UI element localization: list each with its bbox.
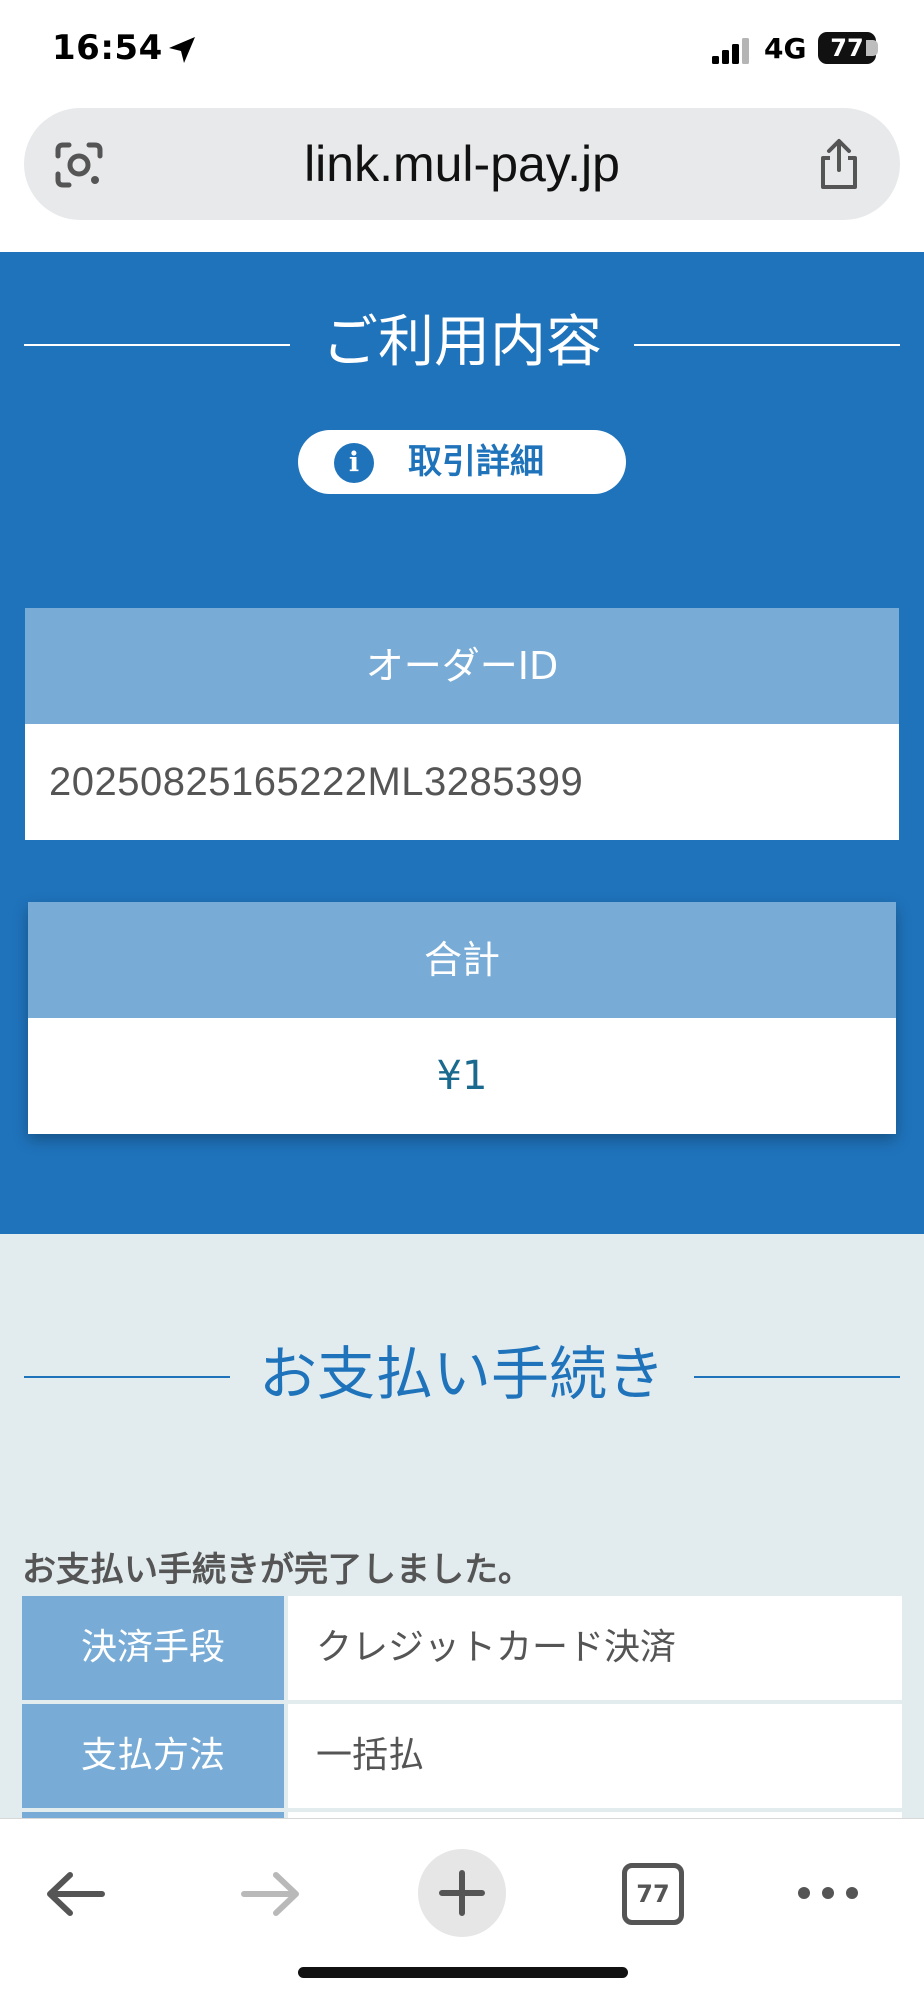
total-value: ¥1 xyxy=(28,1018,896,1134)
payment-type-value: 一括払 xyxy=(288,1704,902,1808)
order-id-box: オーダーID 20250825165222ML3285399 xyxy=(25,608,899,840)
status-bar: 16:54 4G 77 xyxy=(0,0,924,100)
info-icon: i xyxy=(334,443,374,483)
status-time: 16:54 xyxy=(52,28,163,68)
url-text[interactable]: link.mul-pay.jp xyxy=(24,108,900,220)
table-row: 決済手段 クレジットカード決済 xyxy=(22,1596,902,1700)
usage-title: ご利用内容 xyxy=(322,310,602,375)
payment-title: お支払い手続き xyxy=(258,1340,665,1408)
heading-line-right xyxy=(634,344,900,346)
browser-toolbar: 77 xyxy=(0,1818,924,2000)
network-type: 4G xyxy=(764,32,807,65)
more-icon[interactable] xyxy=(796,1881,860,1905)
tab-switcher-button[interactable]: 77 xyxy=(622,1863,684,1925)
usage-heading: ご利用内容 xyxy=(0,308,924,378)
payment-heading: お支払い手続き xyxy=(0,1334,924,1414)
payment-method-label: 決済手段 xyxy=(22,1596,284,1700)
payment-type-label: 支払方法 xyxy=(22,1704,284,1808)
payment-method-value: クレジットカード決済 xyxy=(288,1596,902,1700)
order-id-label: オーダーID xyxy=(25,608,899,724)
usage-section: ご利用内容 i 取引詳細 オーダーID 20250825165222ML3285… xyxy=(0,252,924,1234)
back-arrow-icon[interactable] xyxy=(44,1869,108,1919)
total-label: 合計 xyxy=(28,902,896,1018)
new-tab-button[interactable] xyxy=(418,1849,506,1937)
payment-section: お支払い手続き お支払い手続きが完了しました。 決済手段 クレジットカード決済 … xyxy=(0,1234,924,1916)
battery-tip xyxy=(866,40,878,56)
share-icon[interactable] xyxy=(816,138,862,190)
table-row: 支払方法 一括払 xyxy=(22,1704,902,1808)
forward-arrow-icon[interactable] xyxy=(238,1869,302,1919)
signal-icon xyxy=(712,38,749,64)
total-box: 合計 ¥1 xyxy=(28,902,896,1134)
home-indicator xyxy=(298,1967,628,1978)
transaction-detail-button[interactable]: i 取引詳細 xyxy=(298,430,626,494)
heading-line-right xyxy=(694,1376,900,1378)
location-arrow-icon xyxy=(169,37,195,63)
address-bar[interactable]: link.mul-pay.jp xyxy=(24,108,900,220)
payment-complete-message: お支払い手続きが完了しました。 xyxy=(22,1550,532,1590)
transaction-detail-label: 取引詳細 xyxy=(408,442,544,482)
order-id-value: 20250825165222ML3285399 xyxy=(25,724,899,840)
plus-icon xyxy=(439,1870,485,1916)
